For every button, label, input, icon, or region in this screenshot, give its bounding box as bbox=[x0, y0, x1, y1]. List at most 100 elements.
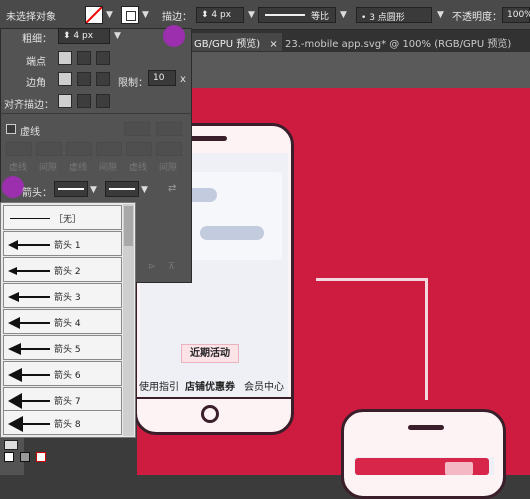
stroke-weight-field[interactable]: ⬍ 4 px bbox=[196, 7, 244, 23]
fill-swatch[interactable] bbox=[4, 440, 18, 450]
arrow-option-label: 箭头 5 bbox=[54, 345, 81, 355]
limit-field[interactable]: 10 bbox=[148, 70, 176, 86]
dashed-checkbox[interactable] bbox=[6, 124, 16, 134]
brush-definition[interactable]: • 3 点圆形 bbox=[356, 7, 432, 23]
scrollbar-thumb[interactable] bbox=[124, 206, 133, 246]
weight-label: 粗细： bbox=[22, 34, 52, 45]
chevron-down-icon[interactable]: ▼ bbox=[90, 185, 97, 195]
swap-arrows-icon[interactable]: ⇄ bbox=[168, 183, 176, 194]
arrow-shaft bbox=[12, 423, 50, 425]
chevron-down-icon[interactable]: ▼ bbox=[141, 185, 148, 195]
projecting-cap-icon[interactable] bbox=[96, 51, 110, 65]
arrow-option-label: 箭头 4 bbox=[54, 319, 81, 329]
variable-width-profile[interactable]: 等比 bbox=[258, 7, 336, 23]
profile-label: 等比 bbox=[311, 12, 330, 22]
chevron-down-icon[interactable]: ▼ bbox=[114, 31, 121, 41]
dash-align-icon bbox=[124, 122, 150, 136]
arrow-option-7[interactable]: 箭头 7 bbox=[3, 387, 122, 412]
opacity-label: 不透明度： bbox=[452, 12, 502, 23]
align-stroke-label: 对齐描边： bbox=[4, 100, 54, 111]
miter-join-icon[interactable] bbox=[58, 72, 72, 86]
butt-cap-icon[interactable] bbox=[58, 51, 72, 65]
chevron-down-icon[interactable]: ▼ bbox=[142, 10, 149, 20]
line-icon bbox=[109, 188, 135, 190]
gap-caption: 间隙 bbox=[39, 163, 58, 173]
arrow-option-4[interactable]: 箭头 4 bbox=[3, 309, 122, 334]
align-inside-icon[interactable] bbox=[77, 94, 91, 108]
arrow-option-1[interactable]: 箭头 1 bbox=[3, 231, 122, 256]
weight-field[interactable]: ⬍ 4 px bbox=[58, 28, 110, 44]
weight-value: 4 px bbox=[73, 31, 94, 41]
start-arrow-select[interactable] bbox=[54, 181, 88, 197]
fill-none-swatch[interactable] bbox=[85, 6, 103, 24]
banner-tag bbox=[445, 462, 473, 475]
arrow-option-2[interactable]: 箭头 2 bbox=[3, 257, 122, 282]
plain-line-icon bbox=[10, 218, 50, 219]
nav-coupons[interactable]: 店铺优惠券 bbox=[185, 378, 235, 393]
color-mode-icon[interactable] bbox=[4, 452, 14, 462]
cap-label: 端点 bbox=[26, 57, 46, 68]
nav-membership[interactable]: 会员中心 bbox=[244, 378, 284, 393]
arrow-option-5[interactable]: 箭头 5 bbox=[3, 335, 122, 360]
arrow-shaft bbox=[12, 244, 50, 246]
tab-close-icon[interactable]: × bbox=[269, 39, 277, 50]
dash-caption: 虚线 bbox=[9, 163, 28, 173]
none-mode-icon[interactable] bbox=[36, 452, 46, 462]
arrow-option-label: 箭头 7 bbox=[54, 397, 81, 407]
stepper-icon[interactable]: ⬍ bbox=[63, 31, 71, 41]
dash-field bbox=[6, 142, 32, 156]
align-arrow-icon: ⊼ bbox=[168, 262, 175, 272]
stroke-swatch[interactable] bbox=[121, 6, 139, 24]
dash-caption: 虚线 bbox=[129, 163, 148, 173]
home-button[interactable] bbox=[201, 405, 219, 423]
align-outside-icon[interactable] bbox=[96, 94, 110, 108]
arrow-option-label: ［无］ bbox=[54, 215, 82, 225]
opacity-field[interactable]: 100% bbox=[502, 7, 530, 23]
align-center-icon[interactable] bbox=[58, 94, 72, 108]
round-join-icon[interactable] bbox=[77, 72, 91, 86]
corner-label: 边角 bbox=[26, 78, 46, 89]
dashed-label: 虚线 bbox=[20, 127, 40, 138]
gap-field bbox=[96, 142, 122, 156]
arrow-option-label: 箭头 2 bbox=[54, 267, 81, 277]
gradient-mode-icon[interactable] bbox=[20, 452, 30, 462]
tab-current-document[interactable]: GB/GPU 预览) × bbox=[192, 33, 282, 51]
stepper-icon[interactable]: ⬍ bbox=[201, 10, 209, 20]
chevron-down-icon[interactable]: ▼ bbox=[106, 10, 113, 20]
recent-activity-button[interactable]: 近期活动 bbox=[181, 344, 239, 363]
round-cap-icon[interactable] bbox=[77, 51, 91, 65]
arrowhead-label: 箭头： bbox=[22, 188, 52, 199]
phone-speaker-2 bbox=[408, 425, 444, 430]
brush-label: 3 点圆形 bbox=[369, 13, 405, 23]
end-arrow-select[interactable] bbox=[105, 181, 139, 197]
phone-mockup-2[interactable] bbox=[341, 409, 506, 499]
arrow-shaft bbox=[12, 374, 50, 376]
arrow-option-6[interactable]: 箭头 6 bbox=[3, 361, 122, 386]
tab-mobile-app[interactable]: 23.-mobile app.svg* @ 100% (RGB/GPU 预览) bbox=[285, 33, 530, 51]
gap-field bbox=[156, 142, 182, 156]
dot-icon: • bbox=[361, 13, 367, 23]
dash-caption: 虚线 bbox=[69, 163, 88, 173]
limit-label: 限制： bbox=[118, 78, 148, 89]
arrow-option-8[interactable]: 箭头 8 bbox=[3, 410, 122, 435]
arrow-option-none[interactable]: ［无］ bbox=[3, 205, 122, 230]
chevron-down-icon[interactable]: ▼ bbox=[248, 10, 255, 20]
highlight-marker bbox=[2, 176, 24, 198]
chevron-down-icon[interactable]: ▼ bbox=[340, 10, 347, 20]
dash-adjust-icon bbox=[156, 122, 182, 136]
dash-field bbox=[66, 142, 92, 156]
profile-line-icon bbox=[265, 14, 305, 16]
limit-unit: x bbox=[180, 74, 186, 85]
bevel-join-icon[interactable] bbox=[96, 72, 110, 86]
chevron-down-icon[interactable]: ▼ bbox=[437, 10, 444, 20]
gap-field bbox=[36, 142, 62, 156]
arrow-shaft bbox=[12, 322, 50, 324]
screen-divider bbox=[137, 397, 291, 399]
arrow-option-3[interactable]: 箭头 3 bbox=[3, 283, 122, 308]
none-slash-icon bbox=[86, 7, 102, 23]
nav-guide[interactable]: 使用指引 bbox=[139, 378, 179, 393]
highlight-marker bbox=[163, 25, 185, 47]
arrow-option-label: 箭头 1 bbox=[54, 241, 81, 251]
line-icon bbox=[58, 188, 84, 190]
gap-caption: 间隙 bbox=[159, 163, 178, 173]
